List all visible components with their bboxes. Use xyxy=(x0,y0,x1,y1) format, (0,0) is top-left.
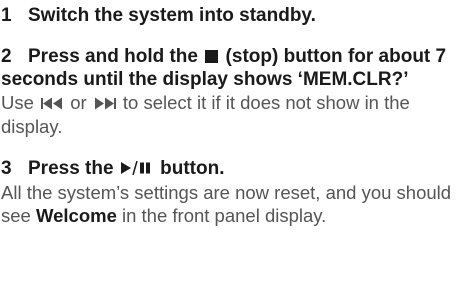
step-3-heading: 3 Press the button. xyxy=(1,157,460,181)
step-3-number: 3 xyxy=(1,158,12,179)
step-2: 2 Press and hold the (stop) button for ab… xyxy=(1,45,460,138)
step-2-heading: 2 Press and hold the (stop) button for ab… xyxy=(1,45,460,91)
step-1-text: Switch the system into standby. xyxy=(28,5,316,26)
skip-back-icon xyxy=(41,92,63,115)
step-2-body-or: or xyxy=(70,92,87,113)
play-pause-icon xyxy=(120,158,153,181)
welcome-text: Welcome xyxy=(35,205,117,226)
step-3-text-part1: Press the xyxy=(28,158,114,179)
step-3-body-part2: in the front panel display. xyxy=(122,205,327,226)
step-3-body: All the system’s settings are now reset,… xyxy=(1,181,460,227)
step-2-body: Use or to select it if it does not show … xyxy=(1,91,460,138)
skip-forward-icon xyxy=(94,92,116,115)
step-3: 3 Press the button. All the system’s sett… xyxy=(1,157,460,227)
step-1: 1 Switch the system into standby. xyxy=(1,4,460,27)
step-2-text-part1: Press and hold the xyxy=(28,46,198,67)
step-1-number: 1 xyxy=(1,5,12,26)
stop-square-icon xyxy=(205,50,219,63)
instructions-document: 1 Switch the system into standby. 2 Press … xyxy=(0,0,460,301)
step-1-heading: 1 Switch the system into standby. xyxy=(1,4,460,27)
step-2-body-part1: Use xyxy=(1,92,34,113)
step-2-number: 2 xyxy=(1,46,12,67)
step-3-text-part2: button. xyxy=(160,158,225,179)
